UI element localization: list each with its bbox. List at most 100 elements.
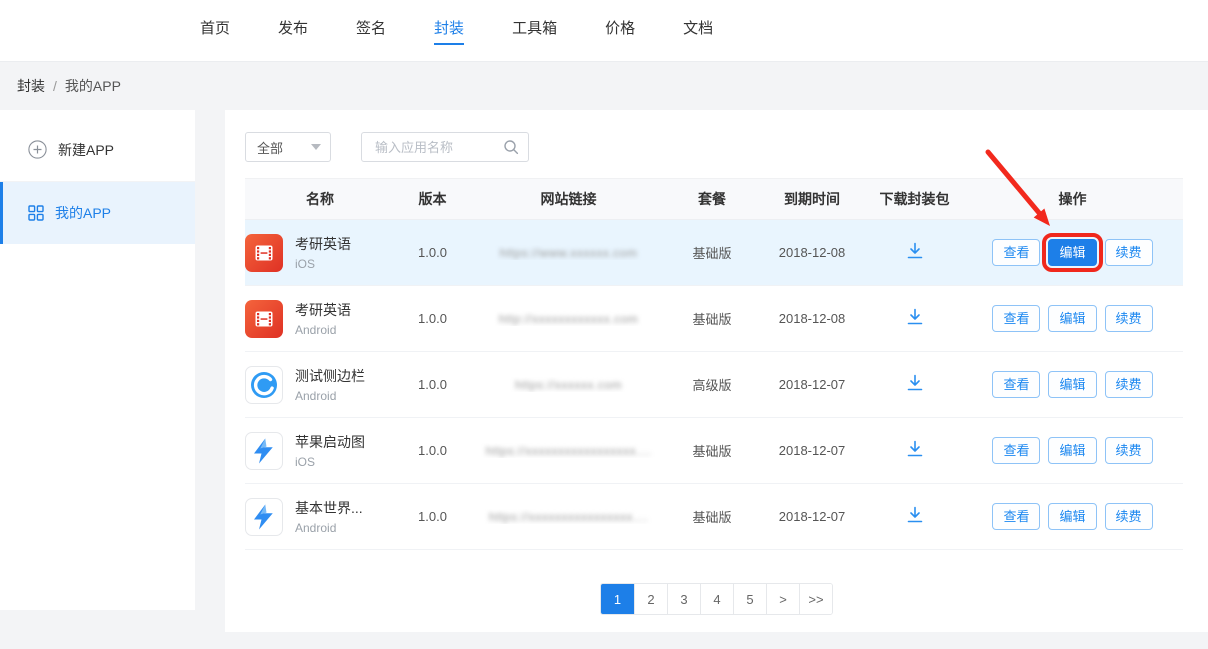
sidebar-item-label: 我的APP — [55, 203, 111, 223]
breadcrumb-current: 我的APP — [65, 76, 121, 96]
app-link-redacted: https://xxxxxxxxxxxxxxxxx.... — [486, 444, 652, 458]
column-header-download: 下载封装包 — [867, 189, 962, 209]
app-link-redacted: https://xxxxxxxxxxxxxxxx.... — [489, 510, 648, 524]
lightning-app-icon — [245, 432, 283, 470]
edit-button[interactable]: 编辑 — [1048, 305, 1096, 332]
nav-item-packaging[interactable]: 封装 — [434, 17, 464, 45]
swirl-app-icon — [245, 366, 283, 404]
renew-button[interactable]: 续费 — [1105, 437, 1153, 464]
search-input[interactable] — [373, 139, 502, 156]
page-button-4[interactable]: 4 — [700, 584, 733, 614]
view-button[interactable]: 查看 — [992, 503, 1040, 530]
column-header-version: 版本 — [395, 189, 470, 209]
film-reel-app-icon — [245, 234, 283, 272]
renew-button[interactable]: 续费 — [1105, 305, 1153, 332]
search-box — [361, 132, 529, 162]
app-expiry: 2018-12-08 — [757, 245, 867, 260]
nav-item-price[interactable]: 价格 — [605, 17, 635, 45]
top-navigation: 首页 发布 签名 封装 工具箱 价格 文档 — [0, 0, 1208, 62]
download-icon[interactable] — [905, 307, 925, 327]
plus-circle-icon — [28, 140, 47, 159]
nav-item-toolbox[interactable]: 工具箱 — [512, 17, 557, 45]
app-name: 考研英语 — [295, 300, 351, 320]
page-button-1[interactable]: 1 — [601, 584, 634, 614]
film-reel-app-icon — [245, 300, 283, 338]
renew-button[interactable]: 续费 — [1105, 371, 1153, 398]
app-link-redacted: http://xxxxxxxxxxxx.com — [499, 312, 639, 326]
sidebar: 新建APP 我的APP — [0, 110, 195, 610]
app-name: 基本世界... — [295, 498, 363, 518]
app-plan: 基础版 — [667, 441, 757, 460]
edit-button[interactable]: 编辑 — [1048, 371, 1096, 398]
table-row: 考研英语 Android 1.0.0 http://xxxxxxxxxxxx.c… — [245, 286, 1183, 352]
app-version: 1.0.0 — [395, 509, 470, 524]
app-name: 苹果启动图 — [295, 432, 365, 452]
download-icon[interactable] — [905, 373, 925, 393]
breadcrumb-separator: / — [53, 78, 57, 94]
column-header-actions: 操作 — [962, 189, 1183, 209]
search-icon[interactable] — [502, 138, 520, 156]
nav-item-home[interactable]: 首页 — [200, 17, 230, 45]
edit-button[interactable]: 编辑 — [1048, 437, 1096, 464]
breadcrumb-section[interactable]: 封装 — [17, 76, 45, 96]
app-version: 1.0.0 — [395, 443, 470, 458]
download-icon[interactable] — [905, 505, 925, 525]
table-row: 考研英语 iOS 1.0.0 https://www.xxxxxx.com 基础… — [245, 220, 1183, 286]
download-icon[interactable] — [905, 241, 925, 261]
app-link-redacted: https://www.xxxxxx.com — [500, 246, 638, 260]
page-button-5[interactable]: 5 — [733, 584, 766, 614]
column-header-link: 网站链接 — [470, 189, 667, 209]
app-expiry: 2018-12-07 — [757, 443, 867, 458]
column-header-name: 名称 — [245, 189, 395, 209]
app-expiry: 2018-12-07 — [757, 509, 867, 524]
app-version: 1.0.0 — [395, 245, 470, 260]
breadcrumb: 封装 / 我的APP — [0, 62, 1208, 110]
main-content: 全部 名称 版本 网站链接 套餐 到期时间 下载封装包 操作 — [225, 110, 1208, 632]
filter-row: 全部 — [225, 110, 1208, 178]
column-header-plan: 套餐 — [667, 189, 757, 209]
app-expiry: 2018-12-08 — [757, 311, 867, 326]
renew-button[interactable]: 续费 — [1105, 239, 1153, 266]
lightning-app-icon — [245, 498, 283, 536]
next-page-button[interactable]: > — [766, 584, 799, 614]
app-version: 1.0.0 — [395, 377, 470, 392]
chevron-down-icon — [311, 144, 321, 150]
edit-button[interactable]: 编辑 — [1048, 239, 1096, 266]
nav-item-docs[interactable]: 文档 — [683, 17, 713, 45]
app-plan: 基础版 — [667, 243, 757, 262]
view-button[interactable]: 查看 — [992, 371, 1040, 398]
app-plan: 基础版 — [667, 309, 757, 328]
app-platform: Android — [295, 389, 365, 403]
nav-item-signature[interactable]: 签名 — [356, 17, 386, 45]
pagination: 1 2 3 4 5 > >> — [225, 583, 1208, 615]
app-link-redacted: https://xxxxxx.com — [515, 378, 622, 392]
edit-button[interactable]: 编辑 — [1048, 503, 1096, 530]
app-table: 名称 版本 网站链接 套餐 到期时间 下载封装包 操作 考研英语 iOS 1.0… — [245, 178, 1183, 550]
download-icon[interactable] — [905, 439, 925, 459]
sidebar-item-my-app[interactable]: 我的APP — [0, 182, 195, 244]
last-page-button[interactable]: >> — [799, 584, 832, 614]
nav-item-publish[interactable]: 发布 — [278, 17, 308, 45]
grid-icon — [28, 205, 44, 221]
table-row: 苹果启动图 iOS 1.0.0 https://xxxxxxxxxxxxxxxx… — [245, 418, 1183, 484]
view-button[interactable]: 查看 — [992, 305, 1040, 332]
table-row: 测试侧边栏 Android 1.0.0 https://xxxxxx.com 高… — [245, 352, 1183, 418]
category-select[interactable]: 全部 — [245, 132, 331, 162]
page-button-2[interactable]: 2 — [634, 584, 667, 614]
app-plan: 高级版 — [667, 375, 757, 394]
app-name: 考研英语 — [295, 234, 351, 254]
sidebar-item-label: 新建APP — [58, 140, 114, 160]
sidebar-item-new-app[interactable]: 新建APP — [0, 118, 195, 182]
page-button-3[interactable]: 3 — [667, 584, 700, 614]
renew-button[interactable]: 续费 — [1105, 503, 1153, 530]
column-header-expiry: 到期时间 — [757, 189, 867, 209]
table-header-row: 名称 版本 网站链接 套餐 到期时间 下载封装包 操作 — [245, 178, 1183, 220]
app-platform: Android — [295, 521, 363, 535]
table-row: 基本世界... Android 1.0.0 https://xxxxxxxxxx… — [245, 484, 1183, 550]
app-name: 测试侧边栏 — [295, 366, 365, 386]
app-platform: iOS — [295, 257, 351, 271]
view-button[interactable]: 查看 — [992, 437, 1040, 464]
view-button[interactable]: 查看 — [992, 239, 1040, 266]
app-platform: Android — [295, 323, 351, 337]
app-platform: iOS — [295, 455, 365, 469]
